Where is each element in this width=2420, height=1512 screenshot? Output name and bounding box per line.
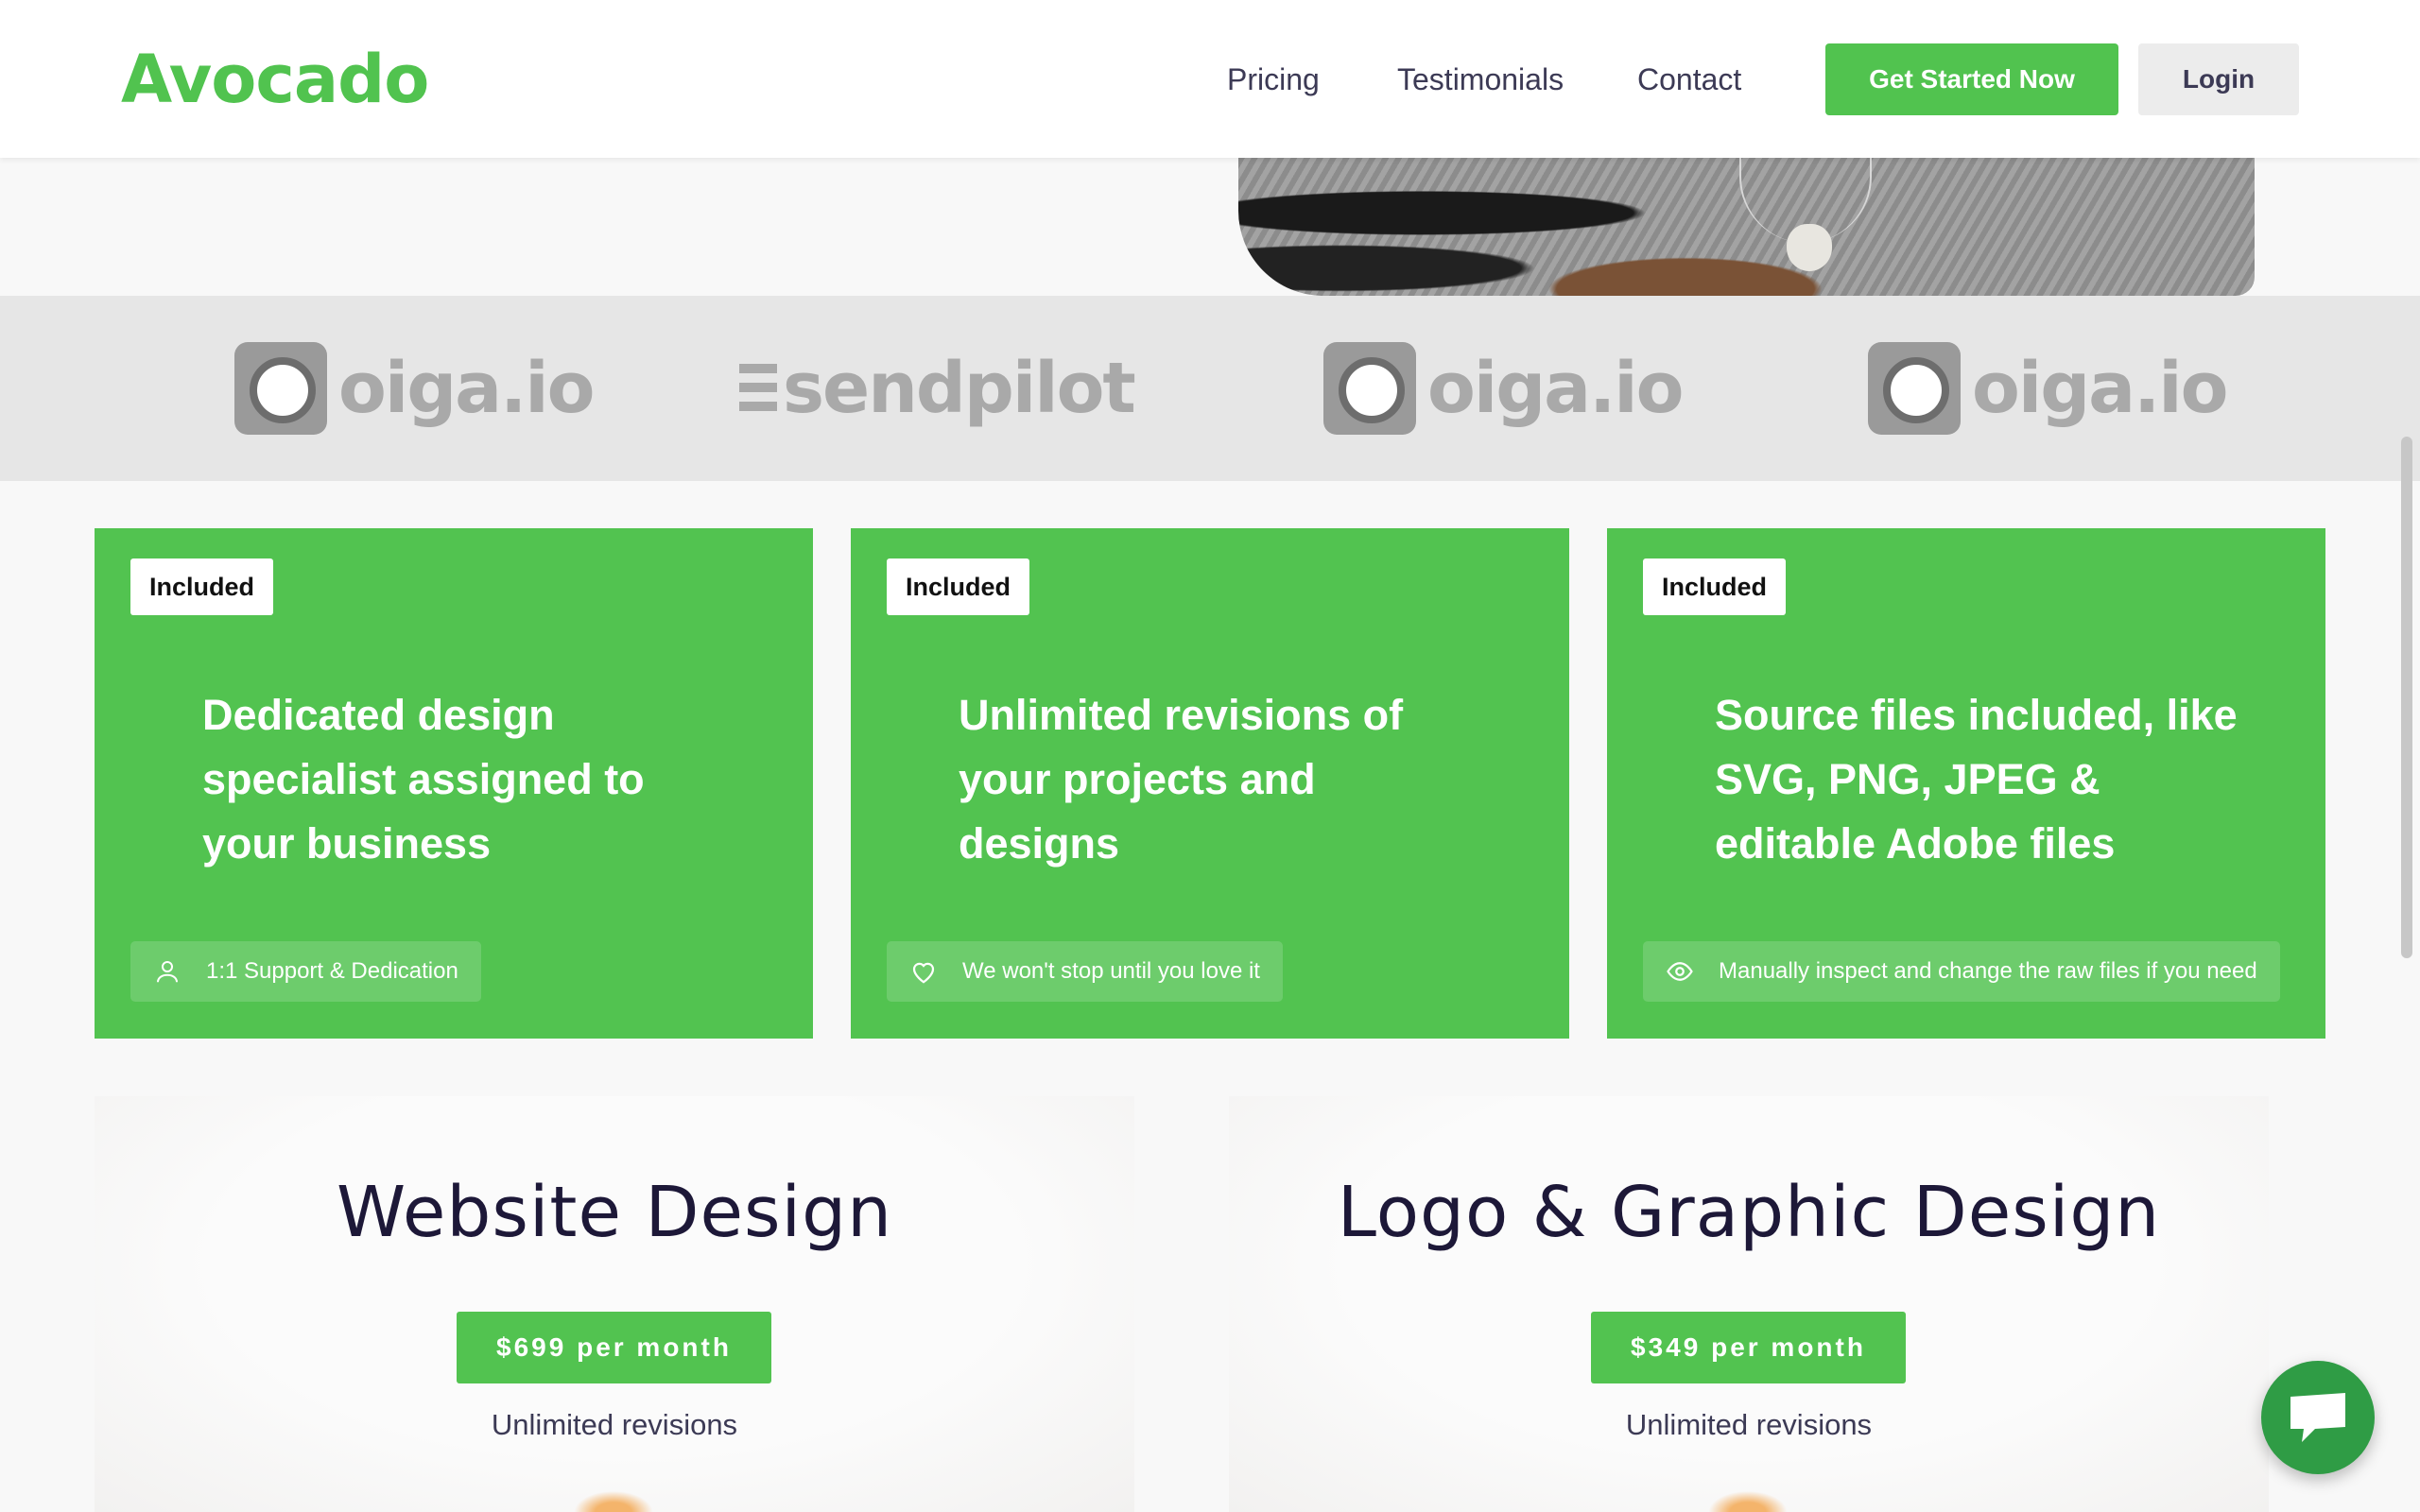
chat-bubble-icon: [2290, 1393, 2345, 1442]
pricing-subtitle: Unlimited revisions: [1625, 1408, 1873, 1441]
eye-icon: [1667, 962, 1693, 981]
feature-pill: We won't stop until you love it: [887, 941, 1283, 1002]
page-scrollbar-thumb[interactable]: [2401, 437, 2412, 958]
pricing-title-website: Website Design: [336, 1172, 892, 1253]
client-logo-sendpilot: sendpilot: [739, 341, 1136, 436]
client-logo-oiga: oiga.io: [1868, 341, 2228, 436]
included-badge: Included: [1643, 558, 1787, 615]
nav-link-pricing[interactable]: Pricing: [1227, 57, 1320, 102]
decorative-flame: [1705, 1489, 1790, 1512]
price-button-website[interactable]: $699 per month: [457, 1312, 771, 1383]
client-logo-oiga: oiga.io: [234, 341, 595, 436]
hero-photo: [1238, 158, 2255, 296]
feature-card-title: Unlimited revisions of your projects and…: [959, 691, 1404, 868]
user-icon: [157, 961, 178, 983]
included-badge: Included: [130, 558, 274, 615]
oiga-logo-mark-icon: [234, 342, 327, 435]
login-button[interactable]: Login: [2138, 43, 2299, 115]
feature-card-title: Dedicated design specialist assigned to …: [202, 691, 645, 868]
price-button-logo[interactable]: $349 per month: [1591, 1312, 1906, 1383]
sendpilot-bars-icon: [739, 364, 777, 413]
included-badge: Included: [887, 558, 1030, 615]
pricing-subtitle: Unlimited revisions: [491, 1408, 738, 1441]
feature-pill: 1:1 Support & Dedication: [130, 941, 481, 1002]
heart-icon: [912, 962, 935, 984]
nav-link-contact[interactable]: Contact: [1637, 57, 1741, 102]
client-logo-name: oiga.io: [1427, 348, 1684, 429]
feature-pill-text: Manually inspect and change the raw file…: [1719, 958, 2257, 984]
oiga-logo-mark-icon: [1868, 342, 1961, 435]
client-logo-name: sendpilot: [783, 348, 1136, 429]
feature-pill: Manually inspect and change the raw file…: [1643, 941, 2280, 1002]
pricing-panel-website: [95, 1096, 1134, 1512]
feature-pill-text: 1:1 Support & Dedication: [206, 958, 458, 984]
client-logo-name: oiga.io: [1972, 348, 2228, 429]
feature-pill-text: We won't stop until you love it: [962, 958, 1260, 984]
brand-logo[interactable]: Avocado: [121, 38, 429, 121]
client-logos-band: oiga.io sendpilot oiga.io oiga.io: [0, 296, 2420, 481]
feature-card-title: Source files included, like SVG, PNG, JP…: [1715, 691, 2238, 868]
feature-card-source-files: Included Source files included, like SVG…: [1607, 528, 2325, 1039]
feature-card-dedicated-specialist: Included Dedicated design specialist ass…: [95, 528, 813, 1039]
feature-card-unlimited-revisions: Included Unlimited revisions of your pro…: [851, 528, 1569, 1039]
chat-widget-button[interactable]: [2261, 1361, 2375, 1474]
nav-link-testimonials[interactable]: Testimonials: [1397, 57, 1564, 102]
heart-pendant: [1787, 224, 1832, 271]
site-header: Avocado Pricing Testimonials Contact Get…: [0, 0, 2420, 158]
pricing-panel-logo: [1229, 1096, 2269, 1512]
pricing-title-logo: Logo & Graphic Design: [1337, 1172, 2161, 1253]
get-started-button[interactable]: Get Started Now: [1825, 43, 2118, 115]
decorative-flame: [571, 1489, 656, 1512]
client-logo-name: oiga.io: [338, 348, 595, 429]
oiga-logo-mark-icon: [1323, 342, 1416, 435]
client-logo-oiga: oiga.io: [1323, 341, 1684, 436]
